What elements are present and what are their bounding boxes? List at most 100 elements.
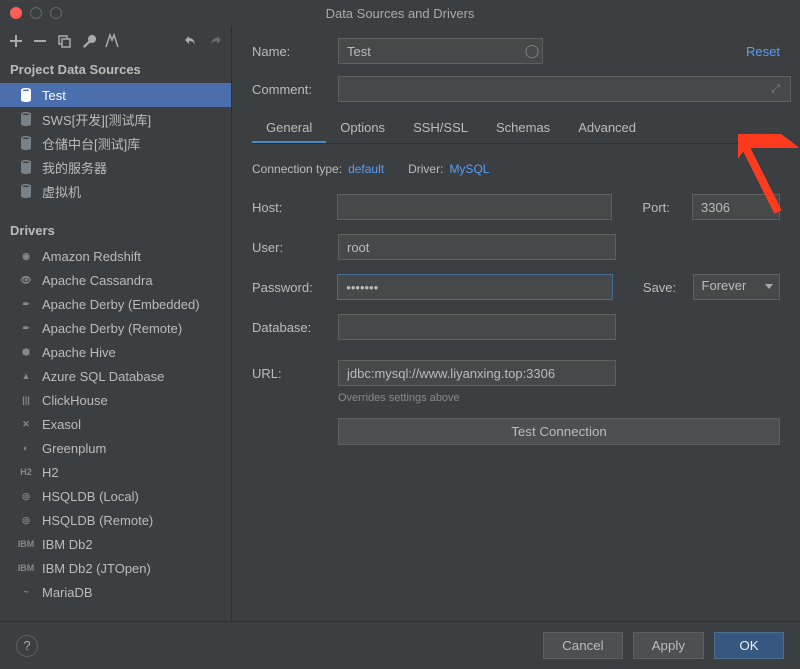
driver-icon: ⬢: [18, 344, 34, 360]
user-input[interactable]: [338, 234, 616, 260]
data-source-item[interactable]: SWS[开发][测试库]: [0, 107, 231, 131]
driver-link[interactable]: MySQL: [449, 162, 489, 176]
name-input[interactable]: [338, 38, 543, 64]
driver-item[interactable]: ◐ Greenplum: [0, 436, 231, 460]
save-label: Save:: [643, 280, 683, 295]
add-icon[interactable]: [8, 33, 24, 49]
comment-input[interactable]: [338, 76, 791, 102]
tab-general[interactable]: General: [252, 114, 326, 143]
driver-item[interactable]: ▲ Azure SQL Database: [0, 364, 231, 388]
driver-icon: ◉: [18, 248, 34, 264]
database-icon: [18, 183, 34, 199]
driver-label: Exasol: [42, 417, 81, 432]
color-indicator-icon[interactable]: ◯: [525, 43, 540, 59]
data-source-label: Test: [42, 88, 66, 103]
data-source-label: 虚拟机: [42, 182, 81, 201]
driver-item[interactable]: H2 H2: [0, 460, 231, 484]
url-label: URL:: [252, 366, 328, 381]
driver-icon: ▲: [18, 368, 34, 384]
database-icon: [18, 111, 34, 127]
driver-item[interactable]: 👁Apache Cassandra: [0, 268, 231, 292]
driver-item[interactable]: ~MariaDB: [0, 580, 231, 604]
data-source-item[interactable]: 仓储中台[测试]库: [0, 131, 231, 155]
comment-label: Comment:: [252, 82, 328, 97]
tab-schemas[interactable]: Schemas: [482, 114, 564, 143]
data-source-item[interactable]: 我的服务器: [0, 155, 231, 179]
window-close-button[interactable]: [10, 7, 22, 19]
window-minimize-button[interactable]: [30, 7, 42, 19]
driver-item[interactable]: ⬢ Apache Hive: [0, 340, 231, 364]
window-title: Data Sources and Drivers: [0, 6, 800, 21]
password-input[interactable]: [337, 274, 613, 300]
save-select[interactable]: Forever: [693, 274, 780, 300]
cancel-button[interactable]: Cancel: [543, 632, 623, 659]
port-input[interactable]: [692, 194, 780, 220]
user-label: User:: [252, 240, 328, 255]
data-source-label: SWS[开发][测试库]: [42, 110, 151, 129]
driver-label: Greenplum: [42, 441, 106, 456]
driver-label: Apache Derby (Embedded): [42, 297, 200, 312]
driver-label: Azure SQL Database: [42, 369, 164, 384]
driver-icon: ◎: [18, 488, 34, 504]
driver-item[interactable]: |||ClickHouse: [0, 388, 231, 412]
driver-label: Driver:: [408, 162, 443, 176]
connection-type-link[interactable]: default: [348, 162, 384, 176]
schema-icon[interactable]: [104, 33, 120, 49]
driver-icon: IBM: [18, 536, 34, 552]
host-input[interactable]: [337, 194, 612, 220]
footer: ? Cancel Apply OK: [0, 621, 800, 669]
driver-label: Apache Cassandra: [42, 273, 153, 288]
driver-item[interactable]: ◎HSQLDB (Remote): [0, 508, 231, 532]
host-label: Host:: [252, 200, 327, 215]
password-label: Password:: [252, 280, 327, 295]
drivers-header: Drivers: [0, 217, 231, 244]
redo-icon[interactable]: [207, 33, 223, 49]
expand-icon[interactable]: ⤢: [771, 83, 780, 96]
driver-item[interactable]: IBMIBM Db2 (JTOpen): [0, 556, 231, 580]
data-sources-header: Project Data Sources: [0, 56, 231, 83]
driver-label: Apache Hive: [42, 345, 116, 360]
window-maximize-button[interactable]: [50, 7, 62, 19]
database-label: Database:: [252, 320, 328, 335]
driver-label: HSQLDB (Local): [42, 489, 139, 504]
copy-icon[interactable]: [56, 33, 72, 49]
driver-item[interactable]: ◉Amazon Redshift: [0, 244, 231, 268]
driver-label: Apache Derby (Remote): [42, 321, 182, 336]
tabs: GeneralOptionsSSH/SSLSchemasAdvanced: [252, 114, 780, 144]
driver-item[interactable]: ✒Apache Derby (Embedded): [0, 292, 231, 316]
help-button[interactable]: ?: [16, 635, 38, 657]
undo-icon[interactable]: [183, 33, 199, 49]
driver-icon: ✒: [18, 320, 34, 336]
titlebar: Data Sources and Drivers: [0, 0, 800, 26]
ok-button[interactable]: OK: [714, 632, 784, 659]
data-source-item[interactable]: Test: [0, 83, 231, 107]
database-input[interactable]: [338, 314, 616, 340]
driver-item[interactable]: ◎ HSQLDB (Local): [0, 484, 231, 508]
driver-item[interactable]: ✒ Apache Derby (Remote): [0, 316, 231, 340]
test-connection-button[interactable]: Test Connection: [338, 418, 780, 445]
remove-icon[interactable]: [32, 33, 48, 49]
data-source-label: 仓储中台[测试]库: [42, 134, 140, 153]
chevron-down-icon: [765, 284, 773, 289]
url-hint: Overrides settings above: [338, 392, 780, 404]
data-source-item[interactable]: 虚拟机: [0, 179, 231, 203]
driver-label: IBM Db2: [42, 537, 93, 552]
reset-link[interactable]: Reset: [746, 44, 780, 59]
driver-item[interactable]: ✕Exasol: [0, 412, 231, 436]
driver-icon: ~: [18, 584, 34, 600]
database-icon: [18, 135, 34, 151]
data-source-label: 我的服务器: [42, 158, 107, 177]
tab-options[interactable]: Options: [326, 114, 399, 143]
wrench-icon[interactable]: [80, 33, 96, 49]
driver-icon: |||: [18, 392, 34, 408]
tab-advanced[interactable]: Advanced: [564, 114, 650, 143]
driver-icon: H2: [18, 464, 34, 480]
driver-label: H2: [42, 465, 59, 480]
driver-item[interactable]: IBM IBM Db2: [0, 532, 231, 556]
database-icon: [18, 159, 34, 175]
driver-icon: ◐: [18, 440, 34, 456]
connection-type-label: Connection type:: [252, 162, 342, 176]
tab-sshssl[interactable]: SSH/SSL: [399, 114, 482, 143]
apply-button[interactable]: Apply: [633, 632, 704, 659]
url-input[interactable]: [338, 360, 616, 386]
